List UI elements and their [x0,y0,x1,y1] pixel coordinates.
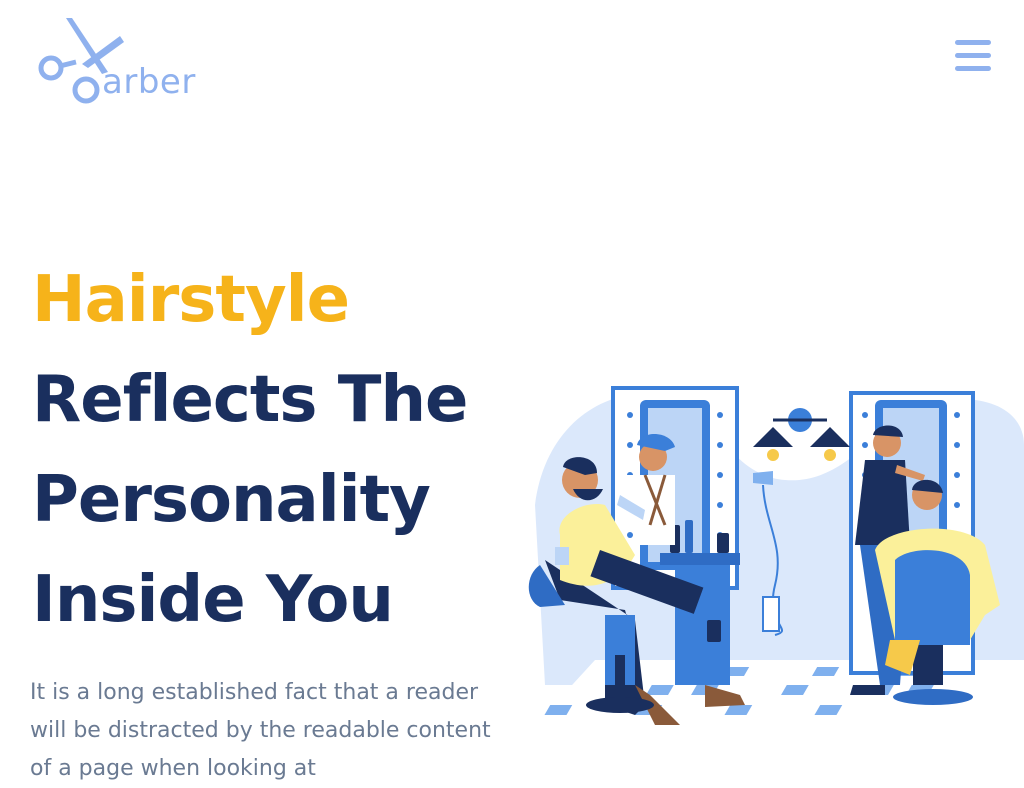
logo-text: arber [102,62,196,102]
barber-shop-illustration [528,386,1024,730]
hero-title-line: Personality [32,463,431,537]
menu-bar [955,53,991,58]
hero-title-line: Inside You [32,563,394,637]
menu-bar [955,40,991,45]
hamburger-menu-icon[interactable] [955,40,991,72]
wall-lamp [753,408,850,461]
menu-bar [955,66,991,71]
hero-title-line: Reflects The [32,363,468,437]
hero-description: It is a long established fact that a rea… [30,680,491,781]
hero-title-highlight: Hairstyle [32,263,350,337]
hero-title: Hairstyle Reflects The Personality Insid… [32,250,468,650]
